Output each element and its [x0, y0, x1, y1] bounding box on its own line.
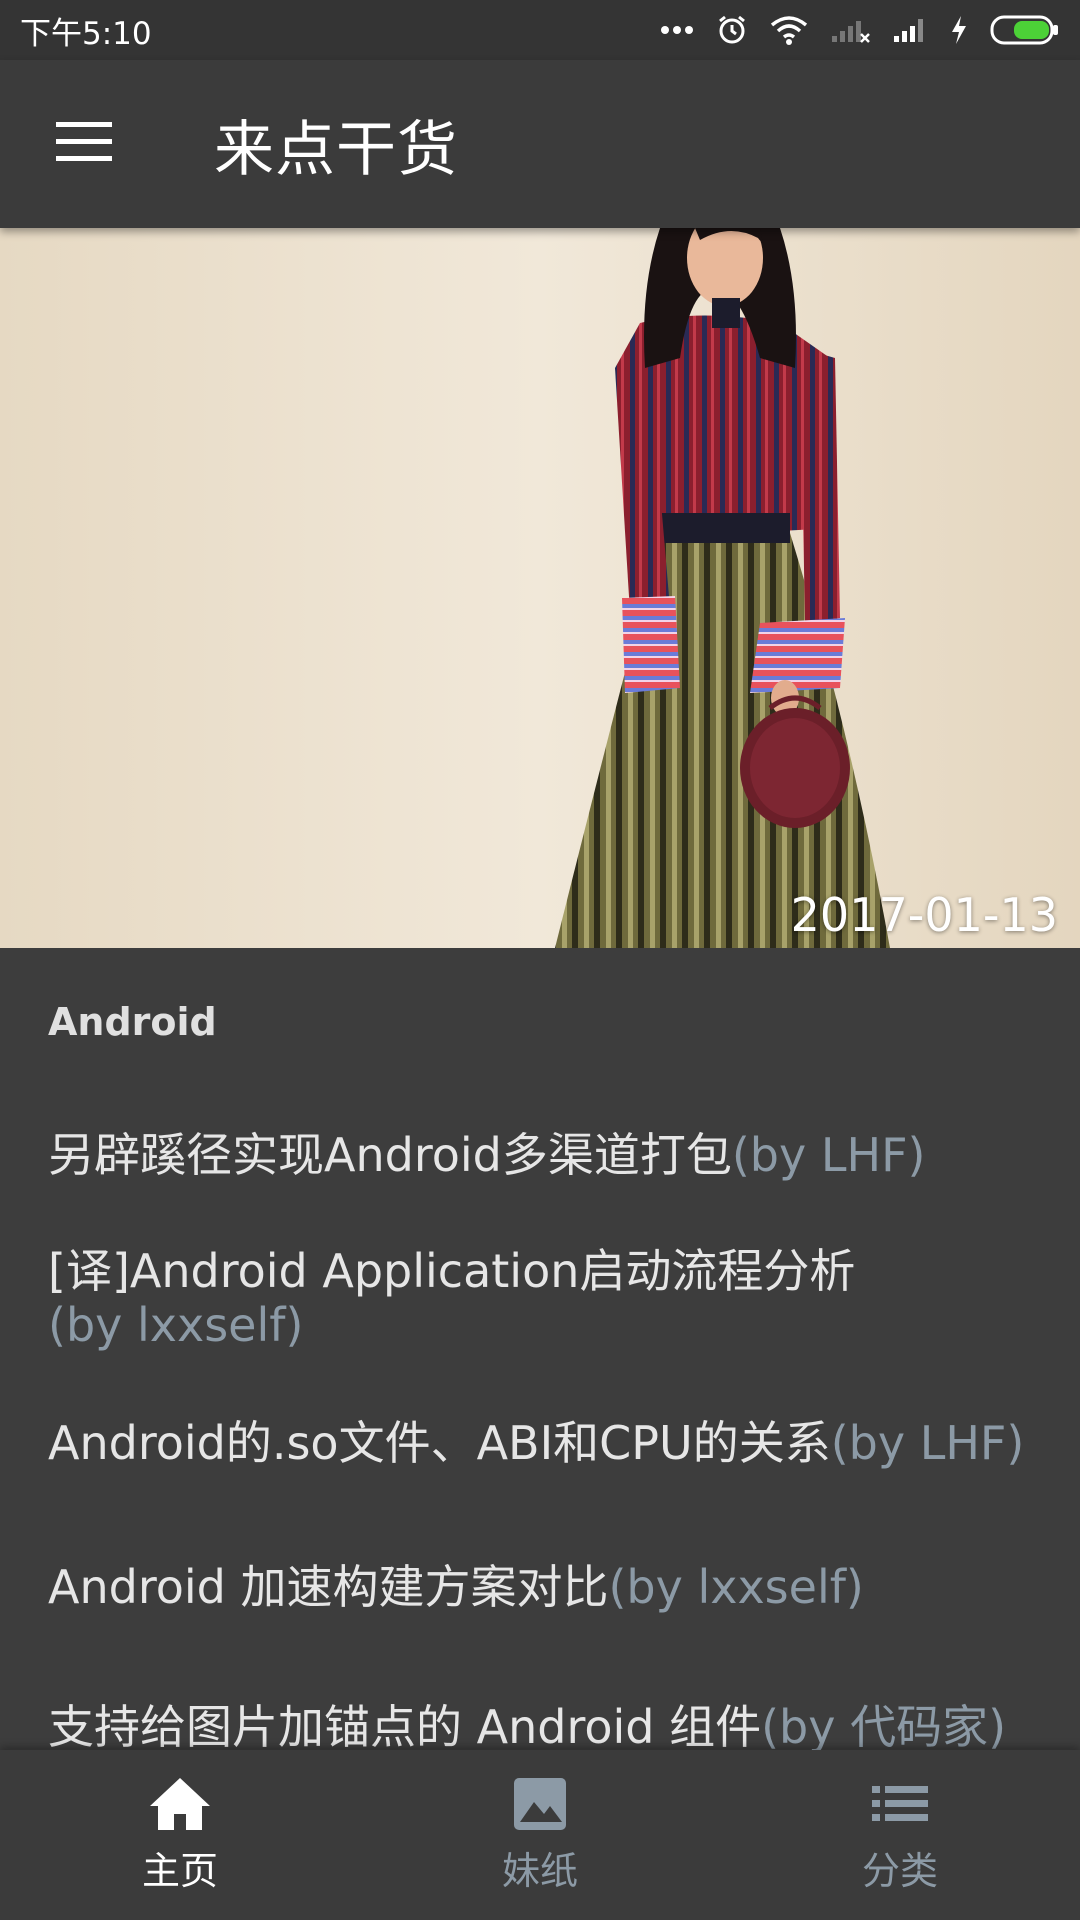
status-icons — [660, 14, 1060, 46]
article-title: Android 加速构建方案对比 — [48, 1560, 609, 1614]
article-author: (by LHF) — [731, 1128, 926, 1182]
list-icon — [870, 1776, 930, 1836]
app-title: 来点干货 — [214, 114, 458, 185]
signal-icon — [892, 16, 928, 44]
alarm-icon — [716, 14, 748, 46]
content-list: Android 另辟蹊径实现Android多渠道打包(by LHF) [译]An… — [0, 948, 1080, 1750]
hero-image[interactable]: 2017-01-13 — [0, 228, 1080, 948]
article-item[interactable]: Android的.so文件、ABI和CPU的关系(by LHF) — [48, 1416, 1068, 1470]
article-author: (by LHF) — [830, 1416, 1025, 1470]
battery-icon — [990, 14, 1060, 46]
menu-button[interactable] — [42, 102, 126, 186]
hero-date: 2017-01-13 — [790, 888, 1058, 942]
article-author: (by lxxself) — [48, 1298, 304, 1352]
article-title: 支持给图片加锚点的 Android 组件 — [48, 1700, 762, 1750]
signal-x-icon — [830, 16, 870, 44]
bottom-navigation: 主页 妹纸 分类 — [0, 1750, 1080, 1920]
article-author: (by 代码家) — [761, 1700, 1007, 1750]
nav-category[interactable]: 分类 — [820, 1750, 980, 1920]
app-bar: 来点干货 — [0, 60, 1080, 228]
article-author: (by lxxself) — [608, 1560, 864, 1614]
more-dots-icon — [660, 25, 694, 35]
article-title: [译]Android Application启动流程分析 — [48, 1244, 856, 1298]
article-item[interactable]: 支持给图片加锚点的 Android 组件(by 代码家) — [48, 1700, 1068, 1750]
article-title: 另辟蹊径实现Android多渠道打包 — [48, 1128, 732, 1182]
nav-girls-label: 妹纸 — [501, 1849, 578, 1893]
section-title: Android — [48, 1000, 217, 1044]
home-icon — [148, 1776, 212, 1836]
hero-photo — [0, 228, 1080, 948]
nav-home[interactable]: 主页 — [100, 1750, 260, 1920]
charging-icon — [950, 15, 968, 45]
hamburger-menu-icon — [54, 120, 114, 168]
image-icon — [512, 1776, 568, 1836]
article-item[interactable]: [译]Android Application启动流程分析(by lxxself) — [48, 1244, 928, 1352]
status-bar: 下午5:10 — [0, 0, 1080, 60]
wifi-icon — [770, 15, 808, 45]
article-item[interactable]: 另辟蹊径实现Android多渠道打包(by LHF) — [48, 1128, 1038, 1182]
nav-category-label: 分类 — [861, 1849, 938, 1893]
article-title: Android的.so文件、ABI和CPU的关系 — [48, 1416, 831, 1470]
status-time: 下午5:10 — [20, 15, 152, 52]
article-item[interactable]: Android 加速构建方案对比(by lxxself) — [48, 1560, 1038, 1614]
nav-girls[interactable]: 妹纸 — [460, 1750, 620, 1920]
nav-home-label: 主页 — [141, 1849, 218, 1893]
